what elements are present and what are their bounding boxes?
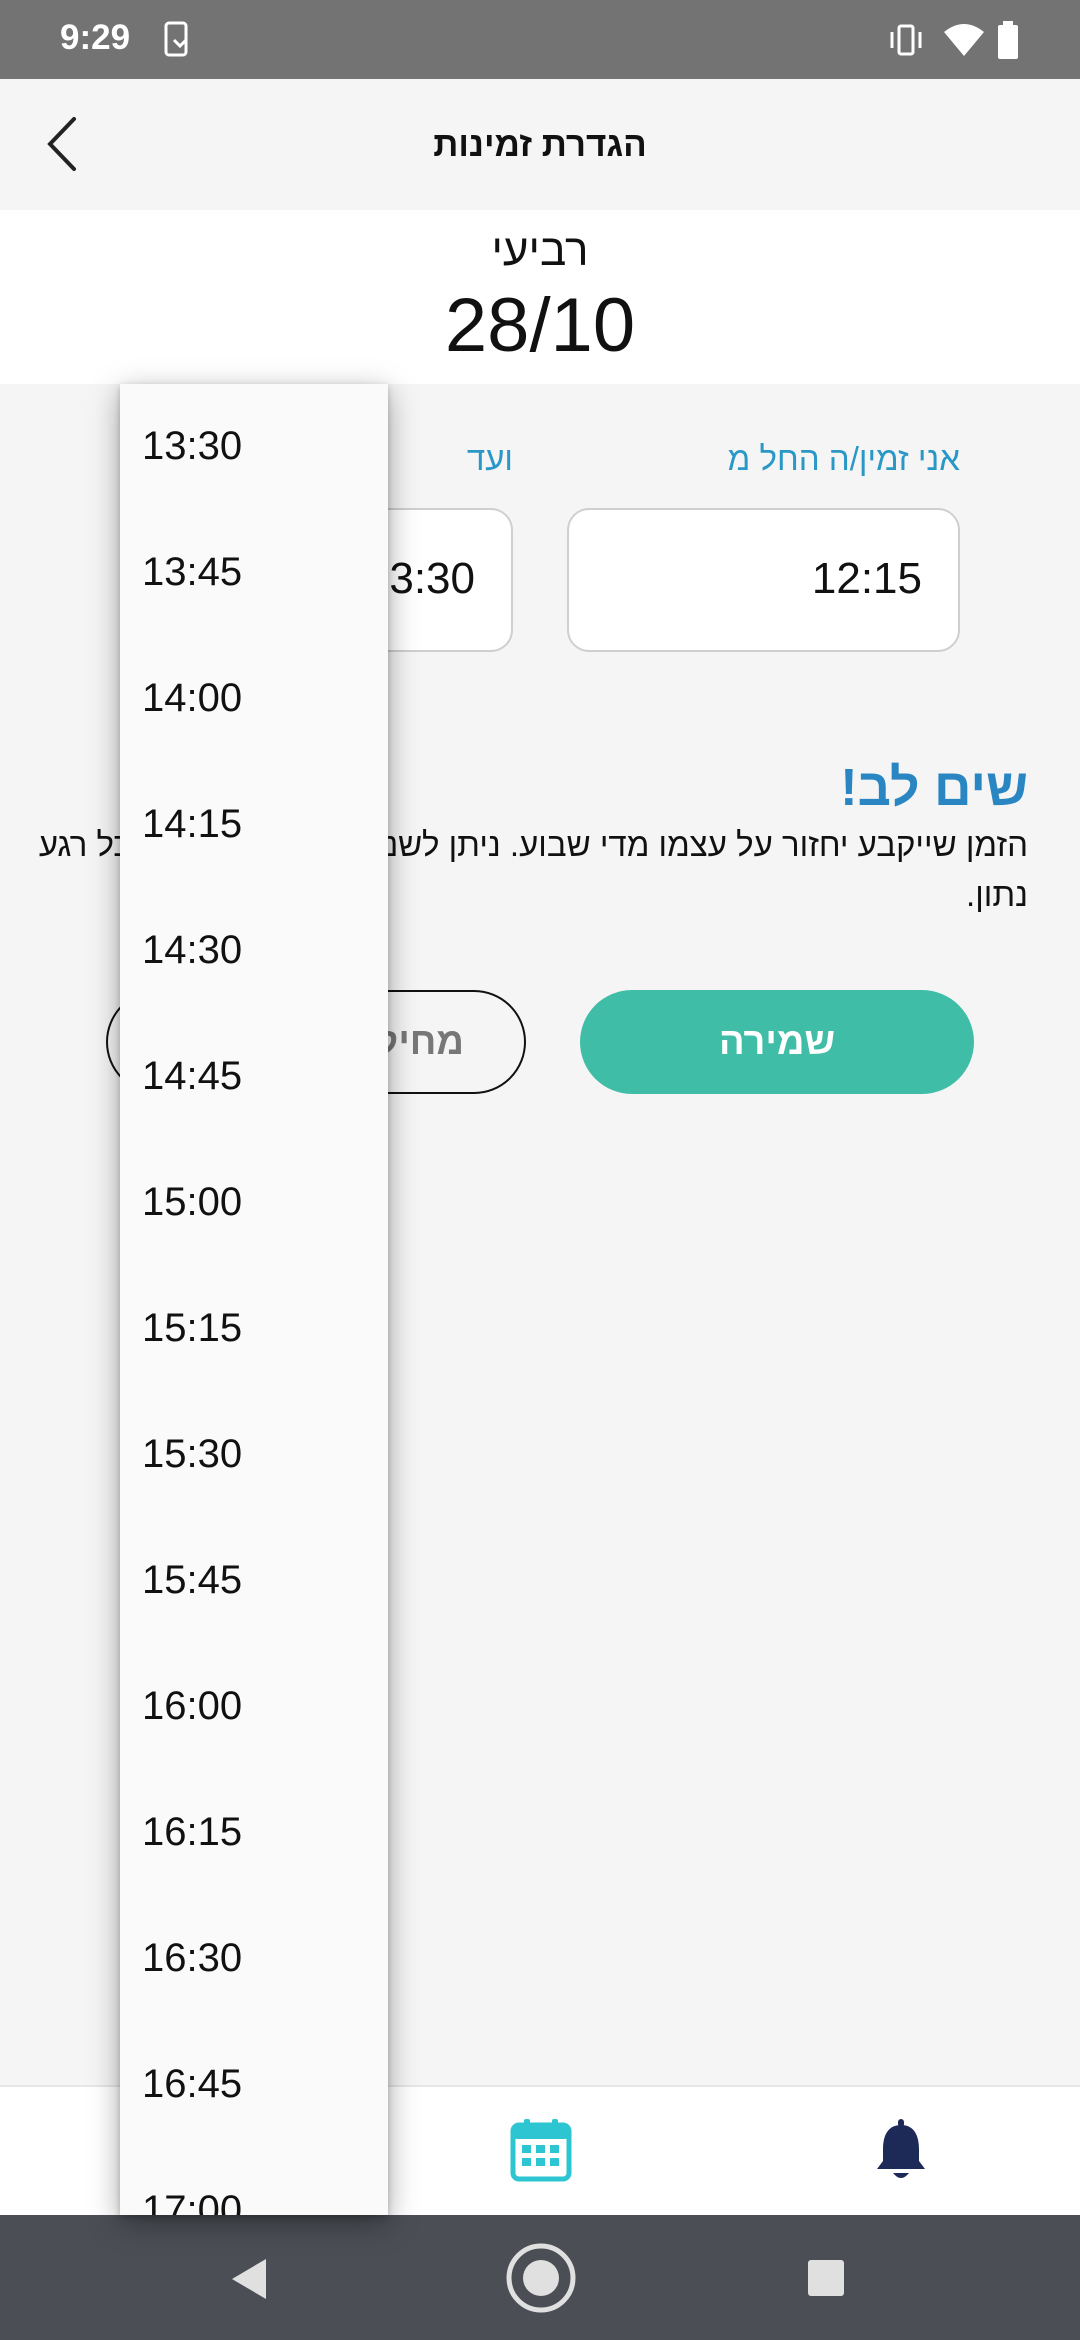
status-time: 9:29 xyxy=(60,18,131,57)
dropdown-option[interactable]: 16:15 xyxy=(120,1770,388,1896)
page-title: הגדרת זמינות xyxy=(433,125,647,164)
status-bar: 9:29 xyxy=(0,0,1080,79)
time-dropdown-list[interactable]: 13:30 13:45 14:00 14:15 14:30 14:45 15:0… xyxy=(120,384,388,2215)
calendar-icon[interactable] xyxy=(510,2117,572,2183)
home-circle-icon[interactable] xyxy=(505,2242,577,2314)
wifi-icon xyxy=(944,24,984,56)
battery-icon xyxy=(998,21,1018,59)
start-time-value: 12:15 xyxy=(811,554,922,603)
date-value: 28/10 xyxy=(444,283,636,368)
dropdown-option[interactable]: 13:30 xyxy=(120,384,388,510)
dropdown-option[interactable]: 14:00 xyxy=(120,636,388,762)
start-time-field[interactable]: 12:15 xyxy=(567,508,960,652)
vibrate-icon xyxy=(890,24,922,56)
dropdown-option[interactable]: 14:15 xyxy=(120,762,388,888)
date-panel: רביעי 28/10 xyxy=(0,210,1080,384)
dropdown-option[interactable]: 16:45 xyxy=(120,2022,388,2148)
dropdown-option[interactable]: 14:30 xyxy=(120,888,388,1014)
dropdown-option[interactable]: 17:00 xyxy=(120,2148,388,2215)
dropdown-option[interactable]: 13:45 xyxy=(120,510,388,636)
dropdown-option[interactable]: 15:45 xyxy=(120,1518,388,1644)
end-time-label: ועד xyxy=(466,440,513,477)
back-triangle-icon[interactable] xyxy=(228,2257,270,2301)
notice-title: שים לב! xyxy=(840,759,1028,817)
save-button[interactable]: שמירה xyxy=(580,990,974,1094)
dropdown-option[interactable]: 15:30 xyxy=(120,1392,388,1518)
system-nav-bar xyxy=(0,2215,1080,2340)
dropdown-option[interactable]: 14:45 xyxy=(120,1014,388,1140)
dropdown-option[interactable]: 16:00 xyxy=(120,1644,388,1770)
dropdown-option[interactable]: 15:00 xyxy=(120,1140,388,1266)
day-name: רביעי xyxy=(491,226,589,275)
screen-rotate-icon xyxy=(164,21,188,57)
app-header: הגדרת זמינות xyxy=(0,79,1080,210)
dropdown-option[interactable]: 16:30 xyxy=(120,1896,388,2022)
bell-icon[interactable] xyxy=(873,2117,929,2183)
recents-square-icon[interactable] xyxy=(806,2258,846,2298)
dropdown-option[interactable]: 15:15 xyxy=(120,1266,388,1392)
start-time-label: אני זמין/ה החל מ xyxy=(727,440,960,477)
